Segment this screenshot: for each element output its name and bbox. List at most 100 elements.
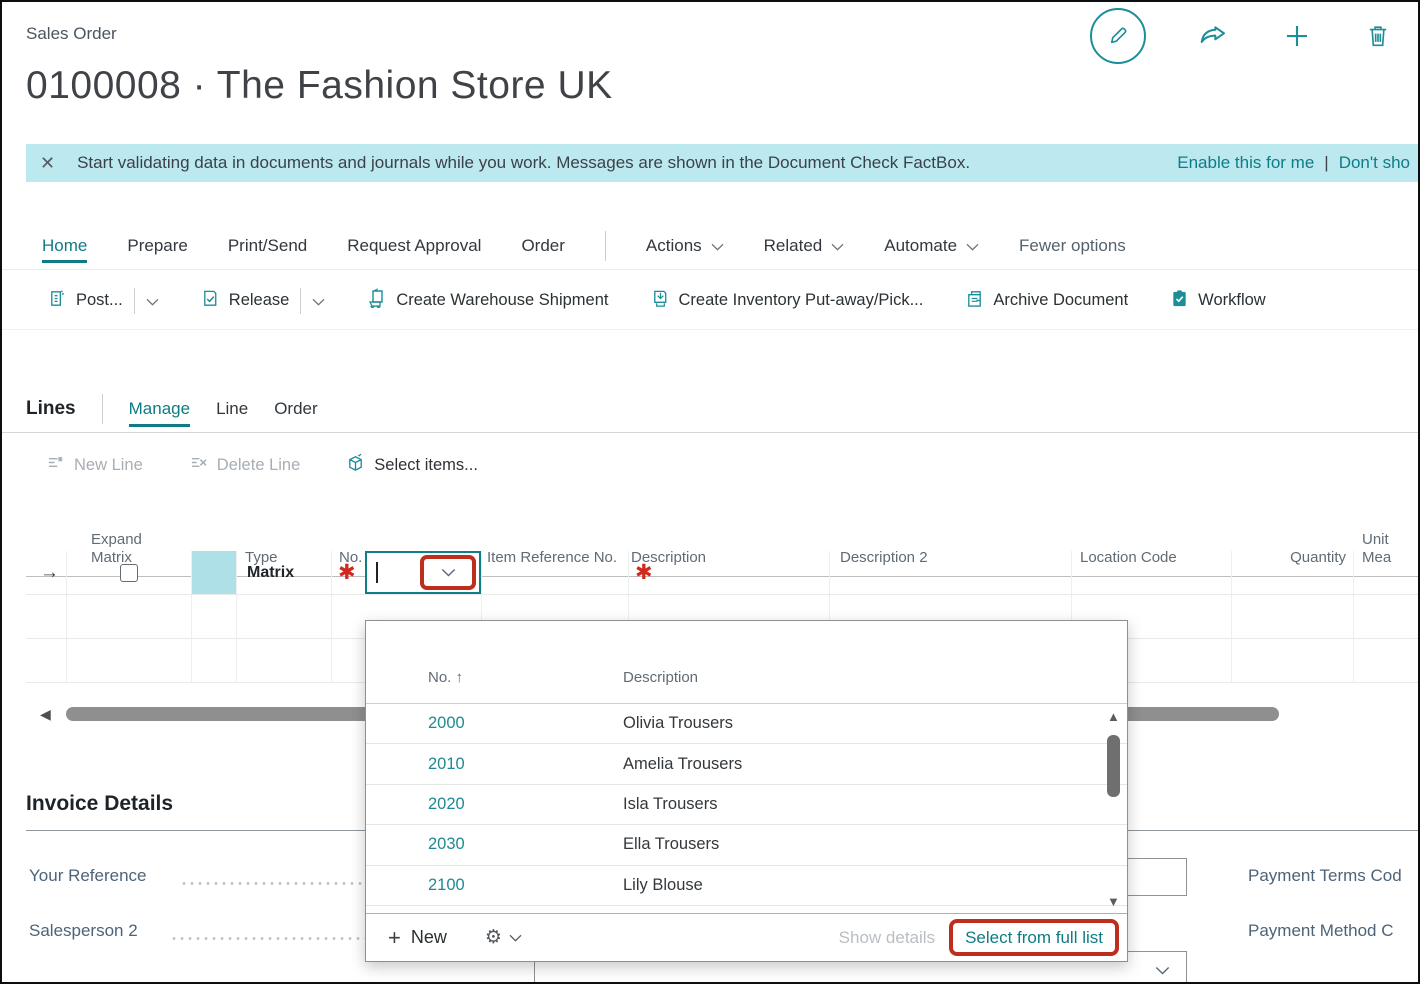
sort-ascending-icon: ↑	[456, 669, 464, 686]
ribbon-tabs: Home Prepare Print/Send Request Approval…	[2, 222, 1420, 270]
create-warehouse-shipment-button[interactable]: Create Warehouse Shipment	[367, 288, 608, 313]
dropdown-col-description[interactable]: Description	[623, 669, 698, 686]
type-cell[interactable]: Matrix	[237, 551, 332, 595]
description-2-cell[interactable]	[830, 551, 1072, 595]
chevron-down-icon[interactable]	[146, 298, 159, 306]
delete-trash-icon[interactable]	[1364, 22, 1392, 50]
current-row-arrow-icon: →	[32, 562, 59, 584]
warehouse-shipment-icon	[367, 288, 387, 313]
menu-automate[interactable]: Automate	[884, 236, 979, 256]
tab-prepare[interactable]: Prepare	[127, 236, 187, 256]
lines-section-header: Lines Manage Line Order	[2, 387, 1420, 431]
select-from-full-list-link[interactable]: Select from full list	[965, 928, 1103, 947]
no-cell: ✱	[332, 551, 482, 595]
required-asterisk-icon: ✱	[338, 562, 356, 583]
row-marker-cell: →	[26, 551, 67, 595]
tabs-divider	[605, 231, 606, 261]
list-item[interactable]: 2020Isla Trousers	[366, 785, 1127, 825]
create-inventory-putaway-button[interactable]: Create Inventory Put-away/Pick...	[651, 289, 924, 313]
banner-close-icon[interactable]: ✕	[40, 153, 55, 174]
invoice-details-title: Invoice Details	[26, 792, 173, 816]
workflow-clipboard-icon	[1170, 289, 1189, 313]
tab-print-send[interactable]: Print/Send	[228, 236, 307, 256]
gear-icon: ⚙	[485, 926, 502, 949]
description-cell[interactable]: ✱	[629, 551, 830, 595]
list-item[interactable]: 2010Amelia Trousers	[366, 744, 1127, 784]
dropdown-footer: + New ⚙ Show details Select from full li…	[366, 913, 1127, 961]
highlight-cell	[192, 551, 237, 595]
vertical-scrollbar-thumb[interactable]	[1107, 735, 1120, 797]
lines-tab-order[interactable]: Order	[274, 399, 317, 419]
unit-cell[interactable]	[1354, 551, 1420, 595]
share-icon[interactable]	[1198, 20, 1230, 52]
fewer-options-button[interactable]: Fewer options	[1019, 236, 1126, 256]
lines-tab-line[interactable]: Line	[216, 399, 248, 419]
banner-separator: |	[1324, 153, 1328, 173]
banner-enable-link[interactable]: Enable this for me	[1177, 153, 1314, 173]
new-line-icon	[46, 454, 65, 476]
post-document-icon	[48, 289, 67, 313]
payment-terms-code-label: Payment Terms Cod	[1248, 866, 1402, 886]
plus-icon: +	[388, 925, 401, 951]
dropdown-col-no[interactable]: No. ↑	[428, 669, 463, 686]
tab-order[interactable]: Order	[521, 236, 564, 256]
new-plus-icon[interactable]	[1282, 21, 1312, 51]
quantity-cell[interactable]	[1232, 551, 1354, 595]
tab-home[interactable]: Home	[42, 236, 87, 263]
show-details-button: Show details	[839, 928, 935, 948]
menu-related[interactable]: Related	[764, 236, 845, 256]
line-actions-bar: New Line Delete Line Select items...	[2, 442, 1420, 488]
required-asterisk-icon: ✱	[635, 562, 653, 583]
list-item[interactable]: 2000Olivia Trousers	[366, 704, 1127, 744]
expand-matrix-checkbox[interactable]	[120, 564, 138, 582]
tab-request-approval[interactable]: Request Approval	[347, 236, 481, 256]
delete-line-button: Delete Line	[189, 454, 300, 476]
dropdown-new-button[interactable]: + New	[388, 925, 447, 951]
banner-dismiss-link[interactable]: Don't sho	[1339, 153, 1410, 173]
location-code-cell[interactable]	[1072, 551, 1232, 595]
chevron-down-icon	[711, 243, 724, 251]
command-bar: Post... Release Create Warehouse Shipmen…	[2, 272, 1420, 330]
dropdown-rows: 2000Olivia Trousers 2010Amelia Trousers …	[366, 703, 1127, 913]
edit-pencil-icon[interactable]	[1090, 8, 1146, 64]
list-item[interactable]: 2110Mia Bl	[366, 906, 1127, 913]
sales-order-page: Sales Order 0100008 · The Fashion Store …	[0, 0, 1420, 984]
scroll-down-icon[interactable]: ▼	[1107, 894, 1120, 909]
no-field-dropdown-highlight	[420, 555, 476, 590]
workflow-button[interactable]: Workflow	[1170, 289, 1266, 313]
scroll-up-icon[interactable]: ▲	[1107, 709, 1120, 724]
header-actions	[1090, 8, 1392, 64]
notification-banner: ✕ Start validating data in documents and…	[26, 144, 1420, 182]
expand-matrix-cell	[67, 551, 192, 595]
dropdown-scrollbar: ▲ ▼	[1106, 709, 1122, 909]
inventory-pick-icon	[651, 289, 670, 313]
archive-document-button[interactable]: Archive Document	[965, 289, 1128, 313]
list-item[interactable]: 2100Lily Blouse	[366, 866, 1127, 906]
release-button[interactable]: Release	[201, 288, 326, 314]
text-cursor	[376, 562, 378, 583]
chevron-down-icon[interactable]	[441, 568, 456, 577]
dropdown-settings-button[interactable]: ⚙	[485, 926, 522, 949]
scroll-left-icon[interactable]: ◀	[40, 706, 51, 723]
your-reference-label: Your Reference	[29, 866, 147, 886]
delete-line-icon	[189, 454, 208, 476]
select-items-button[interactable]: Select items...	[346, 453, 478, 477]
chevron-down-icon	[966, 243, 979, 251]
lines-divider	[2, 432, 1420, 433]
chevron-down-icon	[509, 934, 522, 942]
payment-method-code-label: Payment Method C	[1248, 921, 1394, 941]
list-item[interactable]: 2030Ella Trousers	[366, 825, 1127, 865]
record-type-label: Sales Order	[26, 24, 117, 44]
no-field-input[interactable]	[365, 551, 481, 594]
post-button[interactable]: Post...	[48, 288, 159, 314]
item-reference-cell[interactable]	[482, 551, 629, 595]
select-from-full-list-highlight: Select from full list	[949, 919, 1119, 956]
release-check-icon	[201, 289, 220, 313]
chevron-down-icon[interactable]	[312, 298, 325, 306]
archive-box-icon	[965, 289, 984, 313]
salesperson-2-label: Salesperson 2	[29, 921, 138, 941]
menu-actions[interactable]: Actions	[646, 236, 724, 256]
chevron-down-icon[interactable]	[1155, 966, 1170, 975]
banner-message: Start validating data in documents and j…	[77, 153, 970, 173]
lines-tab-manage[interactable]: Manage	[129, 399, 190, 427]
